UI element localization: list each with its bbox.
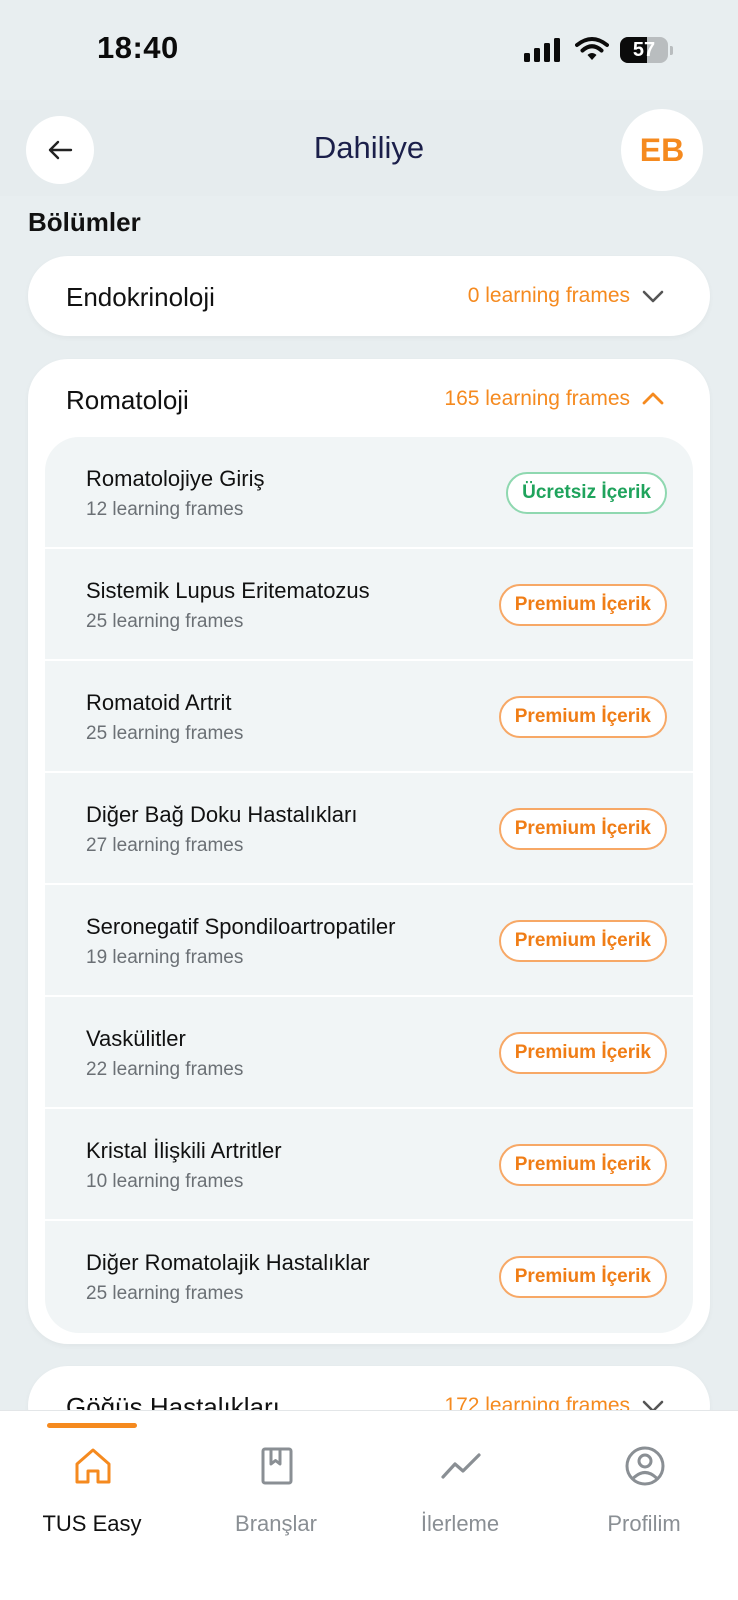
battery-percentage: 57 (632, 39, 656, 61)
section-count: 165 learning frames (444, 387, 630, 410)
topic-item[interactable]: Vaskülitler 22 learning frames Premium İ… (45, 997, 693, 1109)
topic-list: Romatolojiye Giriş 12 learning frames Üc… (45, 437, 693, 1333)
section-header-romatoloji[interactable]: Romatoloji 165 learning frames (28, 359, 710, 437)
user-circle-icon (625, 1446, 665, 1486)
topic-title: Romatolojiye Giriş (86, 466, 265, 491)
topic-item[interactable]: Diğer Romatolajik Hastalıklar 25 learnin… (45, 1221, 693, 1333)
topic-title: Sistemik Lupus Eritematozus (86, 578, 370, 603)
topic-count: 25 learning frames (86, 611, 244, 632)
cellular-signal-icon (524, 38, 560, 62)
nav-label: Profilim (607, 1511, 681, 1536)
nav-label: Branşlar (235, 1511, 317, 1536)
topic-count: 25 learning frames (86, 723, 244, 744)
topic-title: Diğer Bağ Doku Hastalıkları (86, 802, 358, 827)
topic-item[interactable]: Sistemik Lupus Eritematozus 25 learning … (45, 549, 693, 661)
premium-content-badge: Premium İçerik (498, 1032, 667, 1074)
premium-content-badge: Premium İçerik (498, 920, 667, 962)
topic-title: Romatoid Artrit (86, 690, 232, 715)
active-tab-indicator (47, 1423, 137, 1428)
status-time: 18:40 (97, 30, 179, 65)
section-title: Endokrinoloji (66, 282, 215, 312)
battery-icon: 57 (620, 37, 673, 63)
topic-count: 10 learning frames (86, 1171, 244, 1192)
section-heading: Bölümler (28, 207, 141, 237)
topic-item[interactable]: Romatoid Artrit 25 learning frames Premi… (45, 661, 693, 773)
avatar[interactable]: EB (621, 109, 703, 191)
wifi-icon (575, 37, 609, 60)
nav-tab-tus-easy[interactable]: TUS Easy (0, 1411, 184, 1600)
chevron-down-icon (642, 290, 664, 303)
topic-count: 22 learning frames (86, 1059, 244, 1080)
bottom-navigation: TUS Easy Branşlar İlerleme Profilim (0, 1410, 738, 1600)
nav-label: TUS Easy (42, 1511, 142, 1536)
premium-content-badge: Premium İçerik (498, 808, 667, 850)
premium-content-badge: Premium İçerik (498, 1144, 667, 1186)
topic-item[interactable]: Kristal İlişkili Artritler 10 learning f… (45, 1109, 693, 1221)
topic-count: 27 learning frames (86, 835, 244, 856)
home-icon (75, 1448, 111, 1484)
trend-line-icon (441, 1453, 481, 1479)
topic-title: Seronegatif Spondiloartropatiler (86, 914, 396, 939)
nav-tab-ilerleme[interactable]: İlerleme (368, 1411, 552, 1600)
section-count: 0 learning frames (467, 284, 630, 307)
topic-item[interactable]: Diğer Bağ Doku Hastalıkları 27 learning … (45, 773, 693, 885)
free-content-badge: Ücretsiz İçerik (506, 472, 667, 514)
nav-label: İlerleme (420, 1511, 500, 1536)
book-icon (261, 1447, 293, 1485)
status-bar: 18:40 57 (0, 0, 738, 100)
topic-count: 19 learning frames (86, 947, 244, 968)
section-header-endokrinoloji[interactable]: Endokrinoloji 0 learning frames (28, 256, 710, 334)
topic-title: Kristal İlişkili Artritler (86, 1138, 282, 1163)
section-title: Romatoloji (66, 385, 189, 415)
premium-content-badge: Premium İçerik (498, 696, 667, 738)
topic-item[interactable]: Seronegatif Spondiloartropatiler 19 lear… (45, 885, 693, 997)
premium-content-badge: Premium İçerik (498, 584, 667, 626)
topic-title: Diğer Romatolajik Hastalıklar (86, 1250, 370, 1275)
chevron-up-icon (642, 392, 664, 405)
topic-count: 25 learning frames (86, 1283, 244, 1304)
topic-item[interactable]: Romatolojiye Giriş 12 learning frames Üc… (45, 437, 693, 549)
premium-content-badge: Premium İçerik (498, 1256, 667, 1298)
section-card-endokrinoloji: Endokrinoloji 0 learning frames (28, 256, 710, 336)
nav-tab-branslar[interactable]: Branşlar (184, 1411, 368, 1600)
topic-title: Vaskülitler (86, 1026, 186, 1051)
nav-tab-profilim[interactable]: Profilim (552, 1411, 736, 1600)
section-card-romatoloji: Romatoloji 165 learning frames Romatoloj… (28, 359, 710, 1344)
topic-count: 12 learning frames (86, 499, 244, 520)
